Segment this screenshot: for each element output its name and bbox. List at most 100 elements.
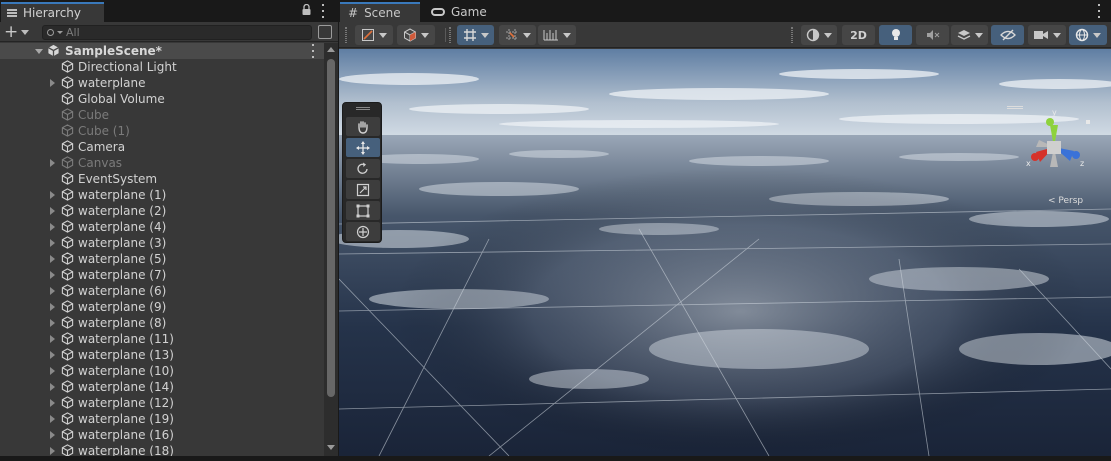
- hierarchy-item[interactable]: waterplane (9): [0, 299, 324, 315]
- hierarchy-item[interactable]: EventSystem: [0, 171, 324, 187]
- transform-tool-button[interactable]: [346, 222, 380, 241]
- expand-arrow-icon[interactable]: [50, 383, 55, 391]
- expand-arrow-icon[interactable]: [50, 79, 55, 87]
- effects-layers-icon: [957, 30, 970, 40]
- gameobject-cube-icon: [61, 300, 74, 313]
- hierarchy-item[interactable]: Cube: [0, 107, 324, 123]
- expand-arrow-icon[interactable]: [50, 351, 55, 359]
- rotate-tool-button[interactable]: [346, 159, 380, 178]
- scene-menu-kebab-icon[interactable]: [311, 44, 315, 58]
- gizmo-menu-icon[interactable]: [1007, 106, 1023, 109]
- expand-arrow-icon[interactable]: [50, 223, 55, 231]
- hierarchy-menu-kebab-icon[interactable]: [321, 4, 325, 18]
- 2d-toggle-button[interactable]: 2D: [842, 25, 875, 45]
- expand-arrow-icon[interactable]: [50, 447, 55, 455]
- hierarchy-item[interactable]: Directional Light: [0, 59, 324, 75]
- gameobject-cube-icon: [61, 156, 74, 169]
- camera-settings-button[interactable]: [1028, 25, 1066, 45]
- grid-snap-button[interactable]: [457, 25, 494, 45]
- tab-scene[interactable]: # Scene: [340, 2, 420, 22]
- hierarchy-item[interactable]: waterplane: [0, 75, 324, 91]
- hierarchy-item[interactable]: waterplane (13): [0, 347, 324, 363]
- ruler-button[interactable]: [538, 25, 576, 45]
- hierarchy-scrollbar[interactable]: [324, 43, 338, 456]
- expand-arrow-icon[interactable]: [50, 239, 55, 247]
- shading-cube-button[interactable]: [397, 25, 435, 45]
- expand-arrow-icon[interactable]: [50, 335, 55, 343]
- search-by-type-icon[interactable]: [318, 25, 332, 39]
- audio-toggle-button[interactable]: [916, 25, 949, 45]
- hierarchy-panel: Hierarchy + All SampleScene* Directional…: [0, 0, 338, 456]
- increment-snap-button[interactable]: [499, 25, 536, 45]
- expand-arrow-icon[interactable]: [50, 159, 55, 167]
- expand-arrow-icon[interactable]: [35, 49, 43, 54]
- hidden-objects-button[interactable]: [991, 25, 1024, 45]
- gameobject-cube-icon: [61, 332, 74, 345]
- hierarchy-item[interactable]: waterplane (19): [0, 411, 324, 427]
- hierarchy-item[interactable]: waterplane (8): [0, 315, 324, 331]
- hierarchy-item[interactable]: waterplane (5): [0, 251, 324, 267]
- hierarchy-item[interactable]: waterplane (14): [0, 379, 324, 395]
- expand-arrow-icon[interactable]: [50, 287, 55, 295]
- hierarchy-item[interactable]: waterplane (12): [0, 395, 324, 411]
- hierarchy-item[interactable]: waterplane (10): [0, 363, 324, 379]
- gameobject-cube-icon: [61, 236, 74, 249]
- expand-arrow-icon[interactable]: [50, 399, 55, 407]
- gizmos-button[interactable]: [1069, 25, 1107, 45]
- scale-tool-button[interactable]: [346, 180, 380, 199]
- search-placeholder: All: [66, 26, 80, 39]
- hierarchy-item[interactable]: waterplane (7): [0, 267, 324, 283]
- hierarchy-item[interactable]: waterplane (4): [0, 219, 324, 235]
- draw-mode-button[interactable]: [355, 25, 393, 45]
- hand-tool-button[interactable]: [346, 117, 380, 136]
- scene-viewport[interactable]: y x z < Persp: [339, 49, 1111, 456]
- scene-row[interactable]: SampleScene*: [0, 43, 324, 59]
- hierarchy-item[interactable]: waterplane (11): [0, 331, 324, 347]
- hierarchy-tab-label: Hierarchy: [23, 6, 82, 20]
- hierarchy-item[interactable]: Global Volume: [0, 91, 324, 107]
- expand-arrow-icon[interactable]: [50, 303, 55, 311]
- expand-arrow-icon[interactable]: [50, 191, 55, 199]
- hierarchy-item[interactable]: waterplane (6): [0, 283, 324, 299]
- hierarchy-item[interactable]: Camera: [0, 139, 324, 155]
- scene-panel-menu-kebab-icon[interactable]: [1097, 4, 1101, 18]
- hierarchy-toolbar: + All: [0, 22, 338, 42]
- rect-tool-button[interactable]: [346, 201, 380, 220]
- overlay-grip-icon[interactable]: [356, 107, 370, 110]
- expand-arrow-icon[interactable]: [50, 255, 55, 263]
- gameobject-cube-icon: [61, 316, 74, 329]
- gameobject-cube-icon: [61, 444, 74, 456]
- move-tool-button[interactable]: [346, 138, 380, 157]
- scroll-up-arrow-icon[interactable]: [327, 47, 335, 52]
- gameobject-cube-icon: [61, 428, 74, 441]
- scrollbar-thumb[interactable]: [327, 59, 335, 397]
- hierarchy-item[interactable]: Canvas: [0, 155, 324, 171]
- hierarchy-item[interactable]: waterplane (1): [0, 187, 324, 203]
- hierarchy-item[interactable]: Cube (1): [0, 123, 324, 139]
- gameobject-cube-icon: [61, 76, 74, 89]
- gameobject-cube-icon: [61, 252, 74, 265]
- tools-overlay: [342, 102, 382, 243]
- hierarchy-search-input[interactable]: All: [42, 25, 312, 40]
- gameobject-cube-icon: [61, 204, 74, 217]
- tab-game[interactable]: Game: [423, 2, 493, 22]
- expand-arrow-icon[interactable]: [50, 207, 55, 215]
- search-filter-dropdown-icon[interactable]: [57, 31, 63, 34]
- create-object-button[interactable]: +: [4, 24, 34, 41]
- expand-arrow-icon[interactable]: [50, 431, 55, 439]
- expand-arrow-icon[interactable]: [50, 367, 55, 375]
- hierarchy-item[interactable]: waterplane (18): [0, 443, 324, 456]
- lighting-toggle-button[interactable]: [879, 25, 912, 45]
- effects-button[interactable]: [951, 25, 988, 45]
- lock-icon[interactable]: [302, 4, 311, 15]
- scroll-down-arrow-icon[interactable]: [327, 445, 335, 450]
- hierarchy-tab[interactable]: Hierarchy: [1, 2, 104, 22]
- hierarchy-item[interactable]: waterplane (3): [0, 235, 324, 251]
- expand-arrow-icon[interactable]: [50, 319, 55, 327]
- shading-sphere-button[interactable]: [801, 25, 837, 45]
- projection-label[interactable]: < Persp: [1048, 196, 1083, 206]
- expand-arrow-icon[interactable]: [50, 415, 55, 423]
- hierarchy-item[interactable]: waterplane (2): [0, 203, 324, 219]
- expand-arrow-icon[interactable]: [50, 271, 55, 279]
- hierarchy-item[interactable]: waterplane (16): [0, 427, 324, 443]
